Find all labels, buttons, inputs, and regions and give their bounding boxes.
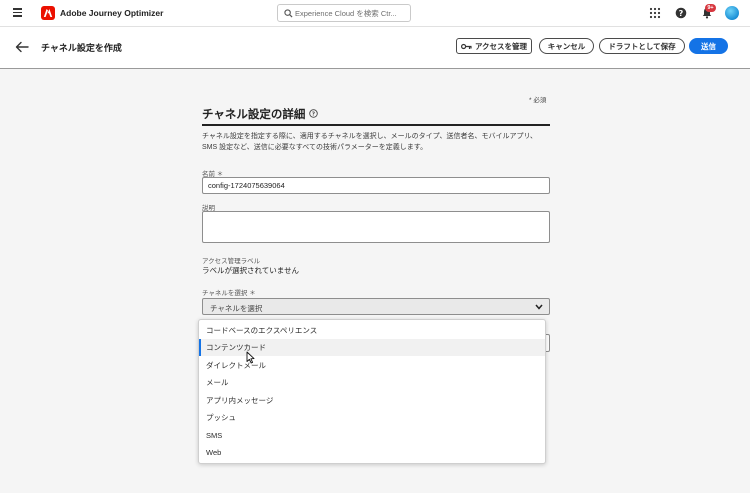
page-title: チャネル設定を作成 [41, 43, 122, 53]
chevron-down-icon [535, 304, 543, 310]
svg-text:?: ? [679, 9, 684, 18]
access-label: アクセス管理ラベル [202, 258, 261, 265]
avatar[interactable] [725, 6, 739, 20]
mouse-cursor-icon [246, 351, 255, 364]
manage-access-label: アクセスを管理 [474, 41, 528, 51]
info-help-icon[interactable]: ? [309, 109, 318, 118]
search-field[interactable] [277, 4, 411, 22]
option-email[interactable]: メール [199, 374, 545, 391]
adobe-logo[interactable] [41, 6, 55, 20]
top-nav: Adobe Journey Optimizer ? 9+ [0, 0, 750, 27]
channel-label: チャネルを選択 ＊ [202, 290, 256, 297]
manage-access-button[interactable]: アクセスを管理 [456, 38, 532, 54]
section-title: チャネル設定の詳細 [202, 109, 306, 121]
channel-dropdown: コードベースのエクスペリエンス コンテンツカード ダイレクトメール メール アプ… [198, 319, 546, 464]
description-field[interactable] [202, 211, 550, 243]
option-web[interactable]: Web [199, 444, 545, 461]
access-value: ラベルが選択されていません [202, 266, 300, 275]
option-in-app[interactable]: アプリ内メッセージ [199, 392, 545, 409]
menu-icon[interactable] [13, 8, 22, 17]
app-title[interactable]: Adobe Journey Optimizer [60, 8, 163, 18]
section-description: チャネル設定を指定する際に、適用するチャネルを選択し、メールのタイプ、送信者名、… [202, 133, 538, 151]
page-header: チャネル設定を作成 アクセスを管理 キャンセル ドラフトとして保存 送信 [0, 27, 750, 69]
notification-badge: 9+ [705, 4, 716, 12]
back-arrow-icon[interactable] [15, 40, 29, 54]
help-icon[interactable]: ? [675, 7, 687, 19]
svg-text:?: ? [312, 112, 315, 118]
send-button[interactable]: 送信 [689, 38, 728, 54]
search-input[interactable] [295, 7, 407, 20]
section-divider [202, 124, 550, 126]
option-code-based[interactable]: コードベースのエクスペリエンス [199, 322, 545, 339]
key-icon [460, 43, 472, 49]
name-field[interactable] [202, 177, 550, 194]
cancel-button[interactable]: キャンセル [539, 38, 594, 54]
save-draft-button[interactable]: ドラフトとして保存 [599, 38, 685, 54]
required-note: * 必須 [529, 97, 547, 104]
channel-select[interactable]: チャネルを選択 [202, 298, 550, 315]
option-sms[interactable]: SMS [199, 427, 545, 444]
apps-grid-icon[interactable] [649, 7, 661, 19]
channel-select-value: チャネルを選択 [210, 304, 263, 313]
search-icon [284, 9, 293, 18]
footer-strip [0, 484, 750, 493]
option-push[interactable]: プッシュ [199, 409, 545, 426]
